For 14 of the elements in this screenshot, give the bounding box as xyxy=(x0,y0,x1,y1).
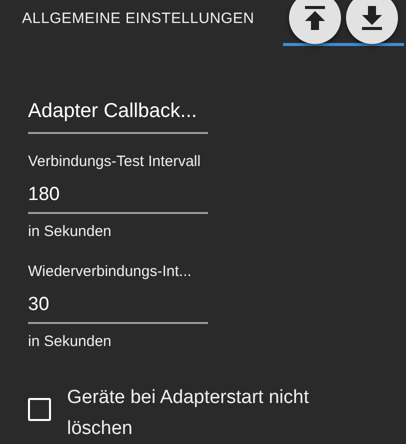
helper-text: in Sekunden xyxy=(28,332,112,352)
text-field[interactable]: Adapter Callback... xyxy=(28,97,208,134)
checkbox[interactable] xyxy=(28,398,51,421)
download-icon xyxy=(361,6,383,30)
tab[interactable]: ALLGEMEINE EINSTELLUNGEN xyxy=(22,8,254,28)
upload-icon xyxy=(304,6,326,30)
upload-button[interactable] xyxy=(289,0,341,44)
helper-text: in Sekunden xyxy=(28,222,112,242)
field-label: Verbindungs-Test Intervall xyxy=(28,152,202,172)
download-button[interactable] xyxy=(346,0,398,44)
text-field[interactable]: 180 xyxy=(28,174,208,214)
text-field[interactable]: 30 xyxy=(28,284,208,324)
field-label: Wiederverbindungs-Int... xyxy=(28,262,192,282)
checkbox-label: Geräte bei Adapterstart nicht löschen xyxy=(67,386,310,441)
